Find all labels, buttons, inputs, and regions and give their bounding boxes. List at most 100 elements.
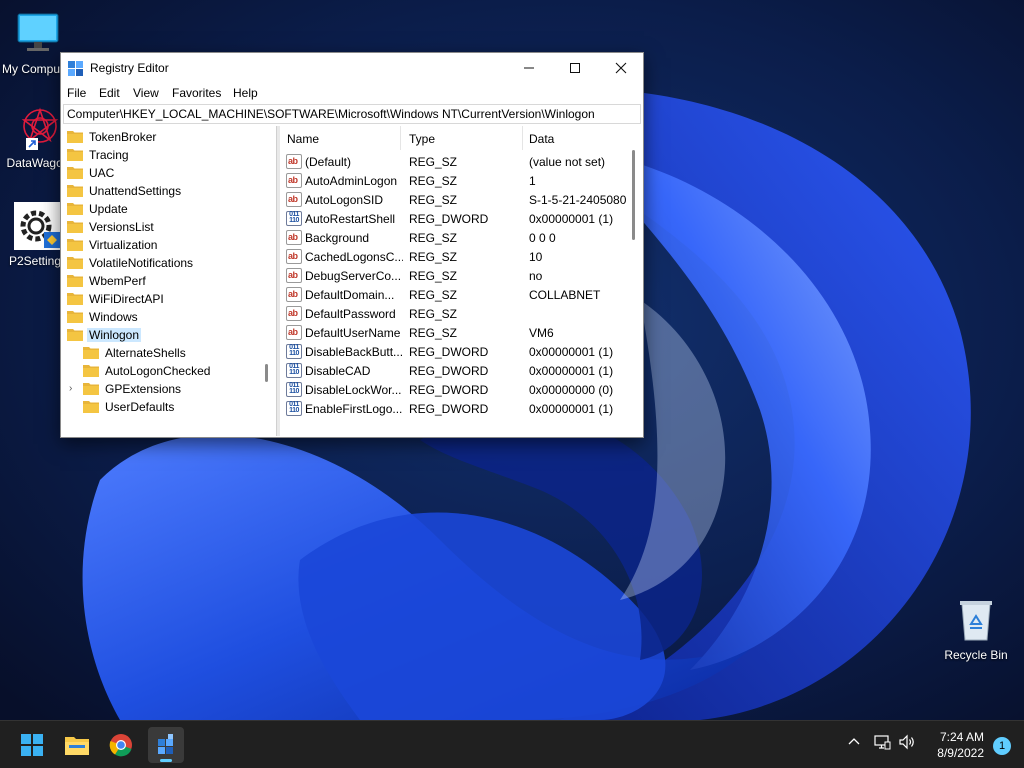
folder-icon (67, 130, 83, 143)
value-row[interactable]: 011 110 EnableFirstLogo... REG_DWORD 0x00000… (281, 399, 641, 418)
menu-bar: File Edit View Favorites Help (61, 83, 643, 103)
close-icon (615, 62, 627, 74)
tree-vertical-scrollbar[interactable] (265, 364, 268, 382)
registry-values-list[interactable]: Name Type Data ab (Default) REG_SZ (value n… (281, 126, 643, 436)
speaker-icon (899, 734, 914, 750)
value-name: DefaultDomain... (305, 288, 395, 302)
string-value-icon: ab (286, 230, 302, 245)
desktop-icon-recycle-bin[interactable]: Recycle Bin (936, 596, 1016, 662)
value-name: CachedLogonsC... (305, 250, 403, 264)
string-value-icon: ab (286, 154, 302, 169)
minimize-button[interactable] (506, 53, 552, 83)
value-data: 0x00000001 (1) (529, 345, 614, 359)
value-row[interactable]: 011 110 AutoRestartShell REG_DWORD 0x0000000… (281, 209, 641, 228)
show-hidden-icons-button[interactable] (846, 734, 862, 753)
value-type: REG_SZ (409, 193, 458, 207)
folder-icon (67, 310, 83, 323)
value-name: AutoAdminLogon (305, 174, 398, 188)
value-data: 1 (529, 174, 536, 188)
value-name: DefaultPassword (305, 307, 396, 321)
regedit-app-icon (68, 61, 84, 77)
value-name: DebugServerCo... (305, 269, 402, 283)
value-data: no (529, 269, 543, 283)
recycle-bin-icon (952, 596, 1000, 644)
folder-icon (83, 346, 99, 359)
value-name: AutoLogonSID (305, 193, 384, 207)
value-row[interactable]: ab AutoAdminLogon REG_SZ 1 (281, 171, 641, 190)
clock-time: 7:24 AM (939, 730, 984, 744)
tree-item-label: AlternateShells (105, 346, 186, 360)
value-type: REG_SZ (409, 288, 458, 302)
value-type: REG_SZ (409, 250, 458, 264)
clock[interactable]: 7:24 AM 8/9/2022 (937, 729, 984, 761)
value-row[interactable]: ab (Default) REG_SZ (value not set) (281, 152, 641, 171)
value-row[interactable]: ab AutoLogonSID REG_SZ S-1-5-21-24050806 (281, 190, 641, 209)
network-button[interactable] (873, 734, 891, 753)
start-button[interactable] (14, 727, 50, 763)
string-value-icon: ab (286, 325, 302, 340)
value-row[interactable]: ab DefaultUserName REG_SZ VM6 (281, 323, 641, 342)
address-bar[interactable]: Computer\HKEY_LOCAL_MACHINE\SOFTWARE\Mic… (63, 104, 641, 124)
value-row[interactable]: ab DebugServerCo... REG_SZ no (281, 266, 641, 285)
value-type: REG_SZ (409, 231, 458, 245)
tree-item-label: Windows (89, 310, 138, 324)
menu-file[interactable]: File (67, 86, 86, 100)
menu-view[interactable]: View (133, 86, 159, 100)
tree-item-label: Winlogon (87, 328, 142, 342)
values-vertical-scrollbar[interactable] (632, 150, 635, 240)
value-type: REG_DWORD (409, 345, 489, 359)
value-row[interactable]: ab Background REG_SZ 0 0 0 (281, 228, 641, 247)
folder-icon (67, 274, 83, 287)
string-value-icon: ab (286, 249, 302, 264)
dword-value-icon: 011 110 (286, 344, 302, 359)
column-header-name[interactable]: Name (281, 126, 401, 150)
value-type: REG_DWORD (409, 383, 489, 397)
tree-item-label: UAC (89, 166, 115, 180)
registry-editor-window[interactable]: Registry Editor File Edit View Favorites… (60, 52, 644, 438)
registry-editor-taskbar-button[interactable] (148, 727, 184, 763)
tree-item-label: VersionsList (89, 220, 154, 234)
value-row[interactable]: 011 110 DisableLockWor... REG_DWORD 0x000000… (281, 380, 641, 399)
title-bar[interactable]: Registry Editor (61, 53, 643, 83)
notification-badge[interactable]: 1 (993, 737, 1011, 755)
string-value-icon: ab (286, 287, 302, 302)
folder-icon (67, 328, 83, 341)
volume-button[interactable] (898, 734, 916, 753)
value-row[interactable]: ab DefaultPassword REG_SZ (281, 304, 641, 323)
value-row[interactable]: ab DefaultDomain... REG_SZ COLLABNET (281, 285, 641, 304)
folder-icon (67, 220, 83, 233)
registry-key-tree[interactable]: TokenBroker Tracing UAC UnattendSettings Upd… (63, 126, 277, 436)
value-type: REG_SZ (409, 174, 458, 188)
value-name: Background (305, 231, 370, 245)
value-data: 0x00000000 (0) (529, 383, 614, 397)
value-row[interactable]: 011 110 DisableCAD REG_DWORD 0x00000001 (1) (281, 361, 641, 380)
folder-icon (67, 292, 83, 305)
column-header-type[interactable]: Type (403, 126, 523, 150)
tree-item-label: Update (89, 202, 128, 216)
tree-item-label: GPExtensions (105, 382, 182, 396)
windows-logo-icon (21, 734, 43, 756)
tree-item-label: WbemPerf (89, 274, 146, 288)
value-row[interactable]: 011 110 DisableBackButt... REG_DWORD 0x00000… (281, 342, 641, 361)
close-button[interactable] (598, 53, 644, 83)
value-type: REG_DWORD (409, 212, 489, 226)
menu-favorites[interactable]: Favorites (172, 86, 221, 100)
window-title: Registry Editor (90, 61, 169, 75)
column-header-data[interactable]: Data (523, 126, 641, 150)
tree-item-label: AutoLogonChecked (105, 364, 211, 378)
value-data: 0x00000001 (1) (529, 212, 614, 226)
maximize-button[interactable] (552, 53, 598, 83)
pane-splitter[interactable] (277, 126, 280, 436)
menu-help[interactable]: Help (233, 86, 258, 100)
value-row[interactable]: ab CachedLogonsC... REG_SZ 10 (281, 247, 641, 266)
file-explorer-button[interactable] (59, 727, 95, 763)
menu-edit[interactable]: Edit (99, 86, 120, 100)
folder-icon (67, 166, 83, 179)
network-icon (874, 735, 891, 750)
value-type: REG_DWORD (409, 402, 489, 416)
tree-item-label: Virtualization (89, 238, 158, 252)
expand-chevron-icon[interactable]: › (69, 383, 72, 394)
desktop-icon-label: Recycle Bin (944, 648, 1008, 662)
chrome-button[interactable] (103, 727, 139, 763)
settings-gear-icon (14, 202, 62, 250)
